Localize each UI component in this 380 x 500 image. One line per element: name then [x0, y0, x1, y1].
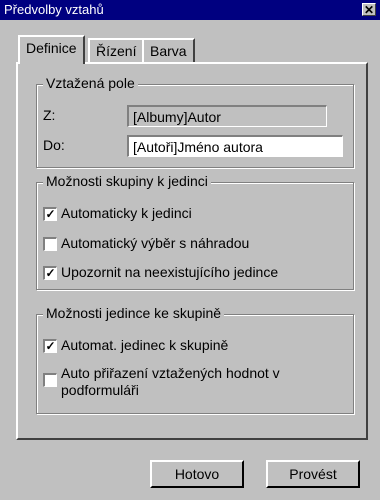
tab-barva[interactable]: Barva [142, 38, 195, 62]
title-bar: Předvolby vztahů ✕ [0, 0, 380, 20]
auto-individual-to-group-checkbox[interactable]: ✓ [43, 339, 57, 353]
from-field: [Albumy]Autor [127, 105, 327, 127]
individual-to-group-group: Možnosti jedince ke skupině ✓ Automat. j… [36, 305, 354, 414]
auto-to-individual-label[interactable]: Automaticky k jedinci [61, 205, 192, 221]
window-title: Předvolby vztahů [4, 2, 104, 17]
auto-assign-subform-checkbox[interactable] [43, 373, 57, 387]
group-to-individual-legend: Možnosti skupiny k jedinci [43, 173, 211, 189]
from-label: Z: [43, 107, 56, 123]
related-fields-legend: Vztažená pole [43, 75, 138, 91]
group-to-individual-group: Možnosti skupiny k jedinci ✓ Automaticky… [36, 173, 354, 290]
auto-assign-subform-label[interactable]: Auto přiřazení vztažených hodnot v [61, 365, 280, 381]
warn-nonexistent-checkbox[interactable]: ✓ [43, 266, 57, 280]
auto-assign-subform-label-line2[interactable]: podformuláři [61, 382, 139, 398]
close-icon[interactable]: ✕ [362, 3, 376, 17]
tab-panel-definice: Vztažená pole Z: [Albumy]Autor Do: [Auto… [16, 62, 368, 440]
auto-select-replace-label[interactable]: Automatický výběr s náhradou [61, 235, 249, 251]
auto-to-individual-checkbox[interactable]: ✓ [43, 207, 57, 221]
related-fields-group: Vztažená pole Z: [Albumy]Autor Do: [Auto… [36, 75, 354, 168]
tab-rizeni[interactable]: Řízení [88, 38, 145, 62]
tab-definice[interactable]: Definice [18, 35, 85, 64]
auto-select-replace-checkbox[interactable] [43, 237, 57, 251]
individual-to-group-legend: Možnosti jedince ke skupině [43, 305, 225, 321]
auto-individual-to-group-label[interactable]: Automat. jedinec k skupině [61, 337, 228, 353]
to-label: Do: [43, 137, 65, 153]
apply-button[interactable]: Provést [266, 460, 360, 488]
to-field[interactable]: [Autoři]Jméno autora [127, 135, 343, 157]
warn-nonexistent-label[interactable]: Upozornit na neexistujícího jedince [61, 264, 278, 280]
done-button[interactable]: Hotovo [150, 460, 244, 488]
